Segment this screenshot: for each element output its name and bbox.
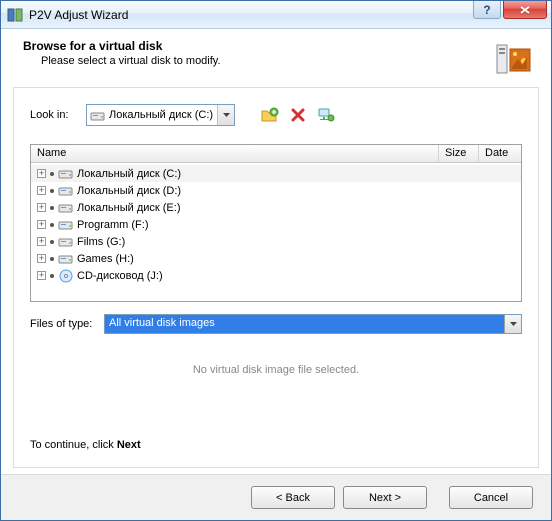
chevron-down-icon[interactable] [217, 105, 234, 125]
cd-icon [58, 269, 73, 282]
drive-row[interactable]: + Локальный диск (C:) [31, 165, 521, 182]
drive-row[interactable]: + Films (G:) [31, 233, 521, 250]
filetype-row: Files of type: All virtual disk images [30, 314, 522, 334]
bullet-icon [50, 172, 54, 176]
drive-label: Programm (F:) [77, 219, 149, 231]
wizard-header: Browse for a virtual disk Please select … [1, 29, 551, 87]
drive-row[interactable]: + CD-дисковод (J:) [31, 267, 521, 284]
filetype-label: Files of type: [30, 318, 98, 330]
drive-row[interactable]: + Локальный диск (E:) [31, 199, 521, 216]
cancel-button[interactable]: Cancel [449, 486, 533, 509]
list-body[interactable]: + Локальный диск (C:) + Локальный диск (D:)… [31, 163, 521, 301]
drive-row[interactable]: + Programm (F:) [31, 216, 521, 233]
next-button[interactable]: Next > [343, 486, 427, 509]
column-date[interactable]: Date [479, 145, 521, 162]
expand-icon[interactable]: + [37, 237, 46, 246]
lookin-label: Look in: [30, 109, 78, 121]
header-icon [493, 39, 533, 79]
close-button[interactable] [503, 1, 547, 19]
drive-label: Films (G:) [77, 236, 125, 248]
drive-icon [58, 252, 73, 265]
list-header: Name Size Date [31, 145, 521, 163]
help-button[interactable]: ? [473, 1, 501, 19]
drive-icon [58, 184, 73, 197]
bullet-icon [50, 206, 54, 210]
bullet-icon [50, 223, 54, 227]
drive-icon [58, 218, 73, 231]
filetype-combobox[interactable]: All virtual disk images [104, 314, 522, 334]
drive-icon [58, 201, 73, 214]
wizard-window: P2V Adjust Wizard ? Browse for a virtual… [0, 0, 552, 521]
filetype-value: All virtual disk images [105, 315, 504, 333]
lookin-row: Look in: Локальный диск (C:) [30, 104, 522, 126]
bullet-icon [50, 189, 54, 193]
file-list: Name Size Date + Локальный диск (C:) + Лока… [30, 144, 522, 302]
app-icon [7, 7, 23, 23]
drive-label: Games (H:) [77, 253, 134, 265]
page-subtitle: Please select a virtual disk to modify. [23, 55, 493, 67]
drive-label: Локальный диск (E:) [77, 202, 181, 214]
drive-row[interactable]: + Локальный диск (D:) [31, 182, 521, 199]
delete-icon[interactable] [289, 106, 307, 124]
bullet-icon [50, 240, 54, 244]
expand-icon[interactable]: + [37, 220, 46, 229]
bullet-icon [50, 257, 54, 261]
window-title: P2V Adjust Wizard [29, 8, 128, 22]
status-message: No virtual disk image file selected. [30, 364, 522, 376]
expand-icon[interactable]: + [37, 254, 46, 263]
column-name[interactable]: Name [31, 145, 439, 162]
drive-label: Локальный диск (C:) [77, 168, 181, 180]
page-title: Browse for a virtual disk [23, 39, 493, 53]
expand-icon[interactable]: + [37, 169, 46, 178]
titlebar[interactable]: P2V Adjust Wizard ? [1, 1, 551, 29]
window-controls: ? [473, 1, 547, 19]
drive-icon [58, 167, 73, 180]
drive-icon [58, 235, 73, 248]
expand-icon[interactable]: + [37, 203, 46, 212]
drive-row[interactable]: + Games (H:) [31, 250, 521, 267]
new-folder-icon[interactable] [261, 106, 279, 124]
bullet-icon [50, 274, 54, 278]
continue-bold: Next [117, 439, 141, 451]
drive-label: Локальный диск (D:) [77, 185, 181, 197]
content-pane: Look in: Локальный диск (C:) [13, 87, 539, 468]
back-button[interactable]: < Back [251, 486, 335, 509]
continue-prefix: To continue, click [30, 439, 117, 451]
continue-hint: To continue, click Next [30, 423, 522, 451]
chevron-down-icon[interactable] [504, 315, 521, 333]
lookin-combobox[interactable]: Локальный диск (C:) [86, 104, 235, 126]
drive-label: CD-дисковод (J:) [77, 270, 163, 282]
column-size[interactable]: Size [439, 145, 479, 162]
expand-icon[interactable]: + [37, 186, 46, 195]
wizard-footer: < Back Next > Cancel [1, 474, 551, 520]
drive-icon [90, 109, 105, 122]
expand-icon[interactable]: + [37, 271, 46, 280]
network-icon[interactable] [317, 106, 335, 124]
lookin-value: Локальный диск (C:) [109, 109, 213, 121]
